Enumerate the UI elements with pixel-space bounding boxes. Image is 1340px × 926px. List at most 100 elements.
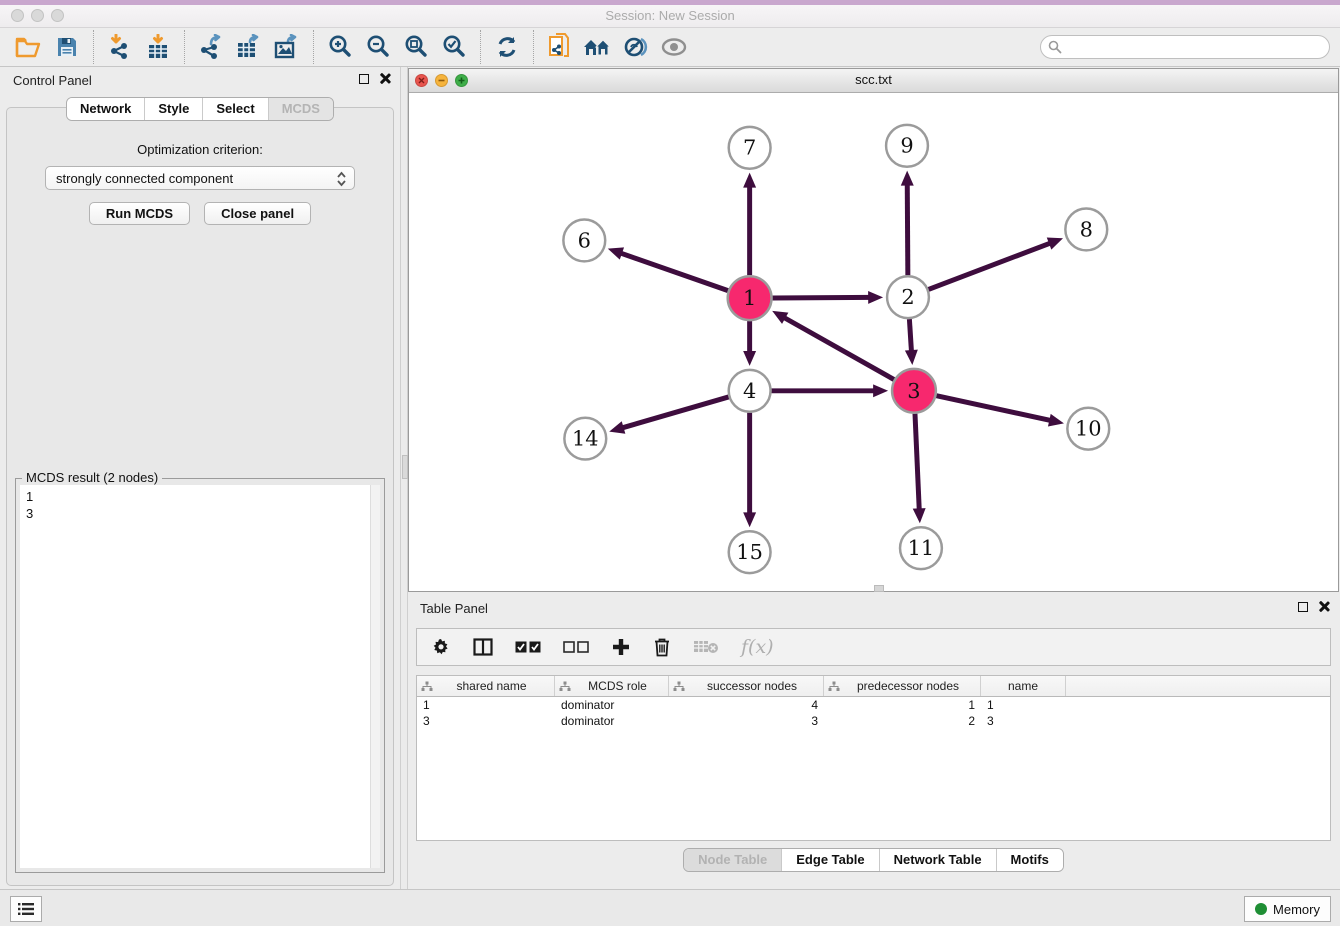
function-builder-button[interactable]: f(x) xyxy=(741,632,774,662)
column-tree-icon xyxy=(559,681,571,692)
tab-select[interactable]: Select xyxy=(203,98,268,120)
table-cell[interactable]: 4 xyxy=(669,698,824,712)
edge-2-9[interactable] xyxy=(907,183,908,276)
column-header-successor-nodes[interactable]: successor nodes xyxy=(669,676,824,696)
graph-node-14[interactable]: 14 xyxy=(564,418,606,460)
table-cell[interactable]: 1 xyxy=(417,698,555,712)
network-window-titlebar[interactable]: scc.txt xyxy=(409,69,1338,93)
edge-2-8[interactable] xyxy=(928,243,1051,290)
graph-node-10[interactable]: 10 xyxy=(1067,408,1109,450)
network-zoom-button[interactable] xyxy=(455,74,468,87)
edge-3-10[interactable] xyxy=(936,396,1052,421)
mcds-result-text[interactable]: 1 3 xyxy=(20,485,380,868)
delete-column-button[interactable] xyxy=(653,632,671,662)
select-all-button[interactable] xyxy=(515,632,541,662)
graph-node-1[interactable]: 1 xyxy=(728,276,772,320)
column-header-shared-name[interactable]: shared name xyxy=(417,676,555,696)
tab-node-table[interactable]: Node Table xyxy=(684,849,782,871)
svg-text:2: 2 xyxy=(901,285,914,309)
close-panel-icon[interactable] xyxy=(379,73,390,84)
memory-label: Memory xyxy=(1273,902,1320,917)
float-panel-icon[interactable] xyxy=(359,74,369,84)
import-table-button[interactable] xyxy=(139,29,177,65)
edge-3-11[interactable] xyxy=(915,414,919,512)
graph-node-3[interactable]: 3 xyxy=(892,369,936,413)
tab-motifs[interactable]: Motifs xyxy=(997,849,1063,871)
toggle-panes-button[interactable] xyxy=(473,632,493,662)
zoom-in-button[interactable] xyxy=(321,29,359,65)
memory-button[interactable]: Memory xyxy=(1244,896,1331,922)
tab-network-table[interactable]: Network Table xyxy=(880,849,997,871)
deselect-all-button[interactable] xyxy=(563,632,589,662)
export-network-button[interactable] xyxy=(192,29,230,65)
graph-node-11[interactable]: 11 xyxy=(900,527,942,569)
tab-edge-table[interactable]: Edge Table xyxy=(782,849,879,871)
float-table-panel-icon[interactable] xyxy=(1298,602,1308,612)
network-close-button[interactable] xyxy=(415,74,428,87)
graph-node-8[interactable]: 8 xyxy=(1065,209,1107,251)
mcds-result-group: MCDS result (2 nodes) 1 3 xyxy=(15,478,385,873)
arrowhead-1-4 xyxy=(743,351,756,366)
table-cell[interactable]: 3 xyxy=(417,714,555,728)
close-panel-button[interactable]: Close panel xyxy=(204,202,311,225)
column-header-MCDS-role[interactable]: MCDS role xyxy=(555,676,669,696)
node-table: shared nameMCDS rolesuccessor nodesprede… xyxy=(416,675,1331,841)
delete-table-button[interactable] xyxy=(693,632,719,662)
open-session-button[interactable] xyxy=(10,29,48,65)
table-row[interactable]: 3dominator323 xyxy=(417,713,1330,729)
horizontal-splitter-handle[interactable] xyxy=(874,585,884,592)
import-network-button[interactable] xyxy=(101,29,139,65)
criterion-dropdown[interactable]: strongly connected component xyxy=(45,166,355,190)
column-header-name[interactable]: name xyxy=(981,676,1066,696)
tab-network[interactable]: Network xyxy=(67,98,145,120)
zoom-window-button[interactable] xyxy=(51,9,64,22)
edge-4-14[interactable] xyxy=(621,397,729,428)
tab-style[interactable]: Style xyxy=(145,98,203,120)
edge-1-6[interactable] xyxy=(619,253,728,291)
vertical-splitter[interactable] xyxy=(400,67,408,890)
result-scrollbar[interactable] xyxy=(370,485,380,868)
app-traffic-lights[interactable] xyxy=(11,9,64,22)
edge-1-2[interactable] xyxy=(773,297,872,298)
tab-mcds[interactable]: MCDS xyxy=(269,98,333,120)
zoom-selected-button[interactable] xyxy=(435,29,473,65)
graph-node-15[interactable]: 15 xyxy=(729,531,771,573)
duplicate-network-button[interactable] xyxy=(541,29,579,65)
minimize-window-button[interactable] xyxy=(31,9,44,22)
zoom-out-button[interactable] xyxy=(359,29,397,65)
hide-graphics-details-button[interactable] xyxy=(617,29,655,65)
graph-node-7[interactable]: 7 xyxy=(729,127,771,169)
fit-content-button[interactable] xyxy=(397,29,435,65)
zoom-out-icon xyxy=(365,34,391,60)
graph-node-4[interactable]: 4 xyxy=(729,370,771,412)
network-canvas[interactable]: 7 9 6 8 1 2 4 3 14 10 15 11 xyxy=(409,93,1338,591)
task-history-button[interactable] xyxy=(10,896,42,922)
table-settings-button[interactable] xyxy=(431,632,451,662)
first-neighbors-button[interactable] xyxy=(579,29,617,65)
refresh-button[interactable] xyxy=(488,29,526,65)
table-cell[interactable]: 1 xyxy=(824,698,981,712)
network-minimize-button[interactable] xyxy=(435,74,448,87)
export-table-button[interactable] xyxy=(230,29,268,65)
edge-2-3[interactable] xyxy=(909,319,911,353)
graph-node-2[interactable]: 2 xyxy=(887,276,929,318)
table-cell[interactable]: 3 xyxy=(669,714,824,728)
column-header-predecessor-nodes[interactable]: predecessor nodes xyxy=(824,676,981,696)
table-cell[interactable]: dominator xyxy=(555,714,669,728)
graph-node-9[interactable]: 9 xyxy=(886,125,928,167)
graph-node-6[interactable]: 6 xyxy=(563,219,605,261)
show-graphics-details-button[interactable] xyxy=(655,29,693,65)
search-input[interactable] xyxy=(1040,35,1330,59)
export-image-button[interactable] xyxy=(268,29,306,65)
table-row[interactable]: 1dominator411 xyxy=(417,697,1330,713)
table-cell[interactable]: 2 xyxy=(824,714,981,728)
run-mcds-button[interactable]: Run MCDS xyxy=(89,202,190,225)
add-column-button[interactable] xyxy=(611,632,631,662)
table-cell[interactable]: 1 xyxy=(981,698,1066,712)
table-cell[interactable]: dominator xyxy=(555,698,669,712)
close-table-panel-icon[interactable] xyxy=(1318,601,1329,612)
edge-3-1[interactable] xyxy=(783,317,894,380)
save-session-button[interactable] xyxy=(48,29,86,65)
table-cell[interactable]: 3 xyxy=(981,714,1066,728)
close-window-button[interactable] xyxy=(11,9,24,22)
